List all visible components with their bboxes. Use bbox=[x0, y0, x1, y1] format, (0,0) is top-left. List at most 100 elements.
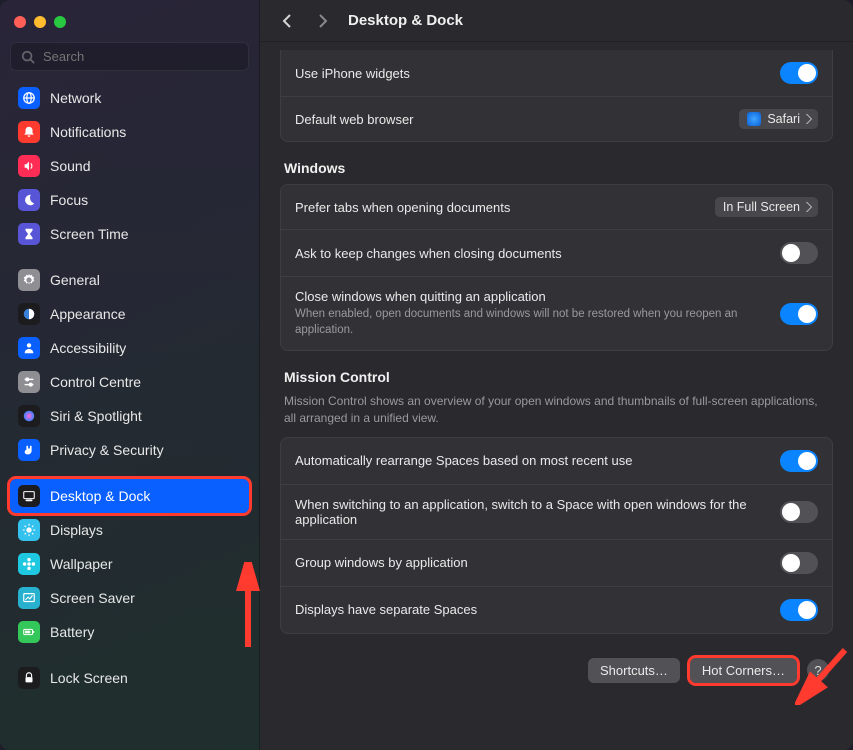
sidebar-item-appearance[interactable]: Appearance bbox=[10, 297, 249, 331]
close-window-button[interactable] bbox=[14, 16, 26, 28]
forward-button[interactable] bbox=[314, 13, 330, 29]
search-input[interactable] bbox=[43, 49, 238, 64]
lock-icon bbox=[18, 667, 40, 689]
use-iphone-widgets-row: Use iPhone widgets bbox=[281, 50, 832, 97]
sidebar-item-label: Screen Time bbox=[50, 226, 129, 242]
widgets-browser-panel: Use iPhone widgets Default web browser S… bbox=[280, 50, 833, 142]
separate-spaces-toggle[interactable] bbox=[780, 599, 818, 621]
sidebar-item-label: Accessibility bbox=[50, 340, 126, 356]
sidebar-item-displays[interactable]: Displays bbox=[10, 513, 249, 547]
sidebar-item-label: General bbox=[50, 272, 100, 288]
minimize-window-button[interactable] bbox=[34, 16, 46, 28]
search-icon bbox=[21, 50, 35, 64]
sidebar: Network Notifications Sound Focus Screen Tim… bbox=[0, 0, 260, 750]
bottom-button-bar: Shortcuts… Hot Corners… ? bbox=[280, 652, 833, 687]
gear-icon bbox=[18, 269, 40, 291]
sidebar-item-privacy[interactable]: Privacy & Security bbox=[10, 433, 249, 467]
safari-icon bbox=[747, 112, 761, 126]
sidebar-item-label: Displays bbox=[50, 522, 103, 538]
back-button[interactable] bbox=[280, 13, 296, 29]
sidebar-item-label: Network bbox=[50, 90, 101, 106]
switch-space-label: When switching to an application, switch… bbox=[295, 497, 768, 527]
sidebar-item-label: Focus bbox=[50, 192, 88, 208]
siri-icon bbox=[18, 405, 40, 427]
prefer-tabs-select[interactable]: In Full Screen bbox=[715, 197, 818, 217]
sidebar-item-label: Lock Screen bbox=[50, 670, 128, 686]
sidebar-item-network[interactable]: Network bbox=[10, 81, 249, 115]
moon-icon bbox=[18, 189, 40, 211]
person-icon bbox=[18, 337, 40, 359]
close-windows-quit-toggle[interactable] bbox=[780, 303, 818, 325]
sidebar-item-screensaver[interactable]: Screen Saver bbox=[10, 581, 249, 615]
sidebar-item-siri[interactable]: Siri & Spotlight bbox=[10, 399, 249, 433]
hot-corners-button[interactable]: Hot Corners… bbox=[690, 658, 797, 683]
dock-icon bbox=[18, 485, 40, 507]
ask-keep-changes-toggle[interactable] bbox=[780, 242, 818, 264]
group-windows-toggle[interactable] bbox=[780, 552, 818, 574]
hand-icon bbox=[18, 439, 40, 461]
prefer-tabs-label: Prefer tabs when opening documents bbox=[295, 200, 703, 215]
sidebar-item-notifications[interactable]: Notifications bbox=[10, 115, 249, 149]
ask-keep-changes-row: Ask to keep changes when closing documen… bbox=[281, 230, 832, 277]
default-browser-row: Default web browser Safari bbox=[281, 97, 832, 141]
sidebar-item-screentime[interactable]: Screen Time bbox=[10, 217, 249, 251]
speaker-icon bbox=[18, 155, 40, 177]
sidebar-item-label: Wallpaper bbox=[50, 556, 113, 572]
sidebar-item-label: Sound bbox=[50, 158, 90, 174]
page-title: Desktop & Dock bbox=[348, 12, 463, 29]
auto-rearrange-toggle[interactable] bbox=[780, 450, 818, 472]
sidebar-item-wallpaper[interactable]: Wallpaper bbox=[10, 547, 249, 581]
sidebar-item-controlcentre[interactable]: Control Centre bbox=[10, 365, 249, 399]
sidebar-item-desktopdock[interactable]: Desktop & Dock bbox=[10, 479, 249, 513]
switch-space-row: When switching to an application, switch… bbox=[281, 485, 832, 540]
sidebar-item-label: Notifications bbox=[50, 124, 126, 140]
sidebar-list: Network Notifications Sound Focus Screen Tim… bbox=[10, 81, 249, 695]
sidebar-item-label: Screen Saver bbox=[50, 590, 135, 606]
sidebar-item-focus[interactable]: Focus bbox=[10, 183, 249, 217]
content-area: Desktop & Dock Use iPhone widgets Defaul… bbox=[260, 0, 853, 750]
auto-rearrange-label: Automatically rearrange Spaces based on … bbox=[295, 453, 768, 468]
mission-control-title: Mission Control bbox=[284, 369, 829, 385]
sidebar-item-label: Control Centre bbox=[50, 374, 141, 390]
globe-icon bbox=[18, 87, 40, 109]
prefer-tabs-row: Prefer tabs when opening documents In Fu… bbox=[281, 185, 832, 230]
titlebar: Desktop & Dock bbox=[260, 0, 853, 42]
hourglass-icon bbox=[18, 223, 40, 245]
sidebar-item-label: Siri & Spotlight bbox=[50, 408, 142, 424]
screensaver-icon bbox=[18, 587, 40, 609]
sidebar-item-label: Privacy & Security bbox=[50, 442, 164, 458]
sidebar-item-label: Battery bbox=[50, 624, 94, 640]
use-iphone-widgets-label: Use iPhone widgets bbox=[295, 66, 768, 81]
sidebar-item-label: Desktop & Dock bbox=[50, 488, 150, 504]
sun-icon bbox=[18, 519, 40, 541]
mission-control-panel: Automatically rearrange Spaces based on … bbox=[280, 437, 833, 634]
use-iphone-widgets-toggle[interactable] bbox=[780, 62, 818, 84]
prefer-tabs-value: In Full Screen bbox=[723, 200, 800, 214]
group-windows-label: Group windows by application bbox=[295, 555, 768, 570]
appearance-icon bbox=[18, 303, 40, 325]
sidebar-item-sound[interactable]: Sound bbox=[10, 149, 249, 183]
battery-icon bbox=[18, 621, 40, 643]
search-box[interactable] bbox=[10, 42, 249, 71]
mission-control-desc: Mission Control shows an overview of you… bbox=[284, 393, 829, 427]
default-browser-select[interactable]: Safari bbox=[739, 109, 818, 129]
flower-icon bbox=[18, 553, 40, 575]
shortcuts-button[interactable]: Shortcuts… bbox=[588, 658, 680, 683]
sidebar-item-lockscreen[interactable]: Lock Screen bbox=[10, 661, 249, 695]
close-windows-quit-label: Close windows when quitting an applicati… bbox=[295, 289, 768, 304]
sliders-icon bbox=[18, 371, 40, 393]
sidebar-item-general[interactable]: General bbox=[10, 263, 249, 297]
close-windows-quit-row: Close windows when quitting an applicati… bbox=[281, 277, 832, 350]
separate-spaces-row: Displays have separate Spaces bbox=[281, 587, 832, 633]
help-button[interactable]: ? bbox=[807, 659, 829, 681]
close-windows-quit-desc: When enabled, open documents and windows… bbox=[295, 307, 768, 338]
sidebar-item-accessibility[interactable]: Accessibility bbox=[10, 331, 249, 365]
auto-rearrange-row: Automatically rearrange Spaces based on … bbox=[281, 438, 832, 485]
fullscreen-window-button[interactable] bbox=[54, 16, 66, 28]
windows-panel: Prefer tabs when opening documents In Fu… bbox=[280, 184, 833, 351]
group-windows-row: Group windows by application bbox=[281, 540, 832, 587]
switch-space-toggle[interactable] bbox=[780, 501, 818, 523]
default-browser-label: Default web browser bbox=[295, 112, 727, 127]
sidebar-item-battery[interactable]: Battery bbox=[10, 615, 249, 649]
separate-spaces-label: Displays have separate Spaces bbox=[295, 602, 768, 617]
